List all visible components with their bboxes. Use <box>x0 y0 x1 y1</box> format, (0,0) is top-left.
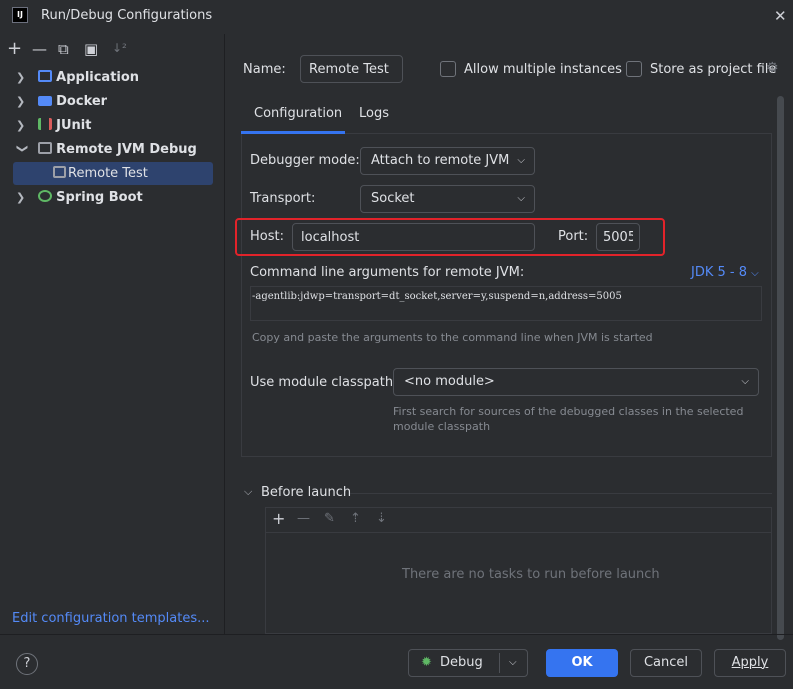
jdk-version-select[interactable]: JDK 5 - 8 ⌵ <box>691 265 759 280</box>
debugger-mode-label: Debugger mode: <box>250 153 360 168</box>
chevron-down-icon: ⌵ <box>751 268 759 279</box>
debug-bug-icon: ✹ <box>421 655 432 670</box>
chevron-right-icon: ❯ <box>16 95 26 108</box>
cmd-args-textarea[interactable]: -agentlib:jdwp=transport=dt_socket,serve… <box>250 286 762 321</box>
tree-item-remote-test[interactable]: Remote Test <box>53 163 148 185</box>
name-label: Name: <box>243 62 286 77</box>
debugger-mode-select[interactable]: Attach to remote JVM ⌵ <box>360 147 535 175</box>
application-icon <box>38 70 53 82</box>
chevron-right-icon: ❯ <box>16 119 26 132</box>
chevron-down-icon[interactable]: ⌵ <box>509 650 517 676</box>
copy-configuration-icon[interactable]: ⧉ <box>58 40 69 58</box>
cancel-button[interactable]: Cancel <box>630 649 702 677</box>
cmd-args-label: Command line arguments for remote JVM: <box>250 265 525 280</box>
port-input[interactable] <box>596 223 640 251</box>
collapse-chevron-icon[interactable]: ⌵ <box>244 485 252 499</box>
remote-debug-icon <box>38 142 53 154</box>
store-as-project-checkbox[interactable] <box>626 61 642 77</box>
new-folder-icon[interactable]: ▣ <box>84 40 98 58</box>
tree-item-docker[interactable]: ❯ Docker <box>16 91 107 113</box>
edit-task-icon[interactable]: ✎ <box>324 511 335 526</box>
module-hint-line-1: First search for sources of the debugged… <box>393 405 744 418</box>
host-label: Host: <box>250 229 284 244</box>
no-tasks-text: There are no tasks to run before launch <box>402 567 660 582</box>
name-input[interactable] <box>300 55 403 83</box>
store-as-project-label: Store as project file <box>650 62 777 77</box>
split-divider <box>499 653 500 673</box>
add-task-icon[interactable]: + <box>272 509 285 528</box>
remote-config-icon <box>53 166 66 178</box>
tree-item-application[interactable]: ❯ Application <box>16 67 139 89</box>
sort-icon[interactable]: ↓² <box>112 41 127 55</box>
host-input[interactable] <box>292 223 535 251</box>
docker-icon <box>38 96 53 106</box>
spring-boot-icon <box>38 190 53 202</box>
port-label: Port: <box>558 229 589 244</box>
tree-item-remote-jvm-debug[interactable]: ❯ Remote JVM Debug <box>16 139 197 161</box>
remove-configuration-icon[interactable]: — <box>32 40 47 58</box>
chevron-right-icon: ❯ <box>16 191 26 204</box>
ok-button[interactable]: OK <box>546 649 618 677</box>
move-down-icon[interactable]: ⇣ <box>376 511 387 526</box>
chevron-down-icon: ⌵ <box>517 193 525 204</box>
before-launch-divider <box>350 493 772 494</box>
chevron-down-icon: ❯ <box>16 144 29 154</box>
intellij-logo-icon: IJ <box>12 7 28 23</box>
cmd-args-hint: Copy and paste the arguments to the comm… <box>252 331 653 344</box>
remove-task-icon[interactable]: — <box>297 511 310 526</box>
add-configuration-icon[interactable]: + <box>7 38 22 59</box>
tab-configuration[interactable]: Configuration <box>254 106 342 121</box>
close-window-icon[interactable]: ✕ <box>774 7 787 25</box>
apply-button[interactable]: Apply <box>714 649 786 677</box>
vertical-scrollbar[interactable] <box>777 96 784 640</box>
debug-button[interactable]: ✹ Debug ⌵ <box>408 649 528 677</box>
transport-select[interactable]: Socket ⌵ <box>360 185 535 213</box>
transport-label: Transport: <box>250 191 316 206</box>
allow-multiple-label: Allow multiple instances <box>464 62 622 77</box>
chevron-down-icon: ⌵ <box>517 155 525 166</box>
edit-templates-link[interactable]: Edit configuration templates... <box>12 611 210 626</box>
move-up-icon[interactable]: ⇡ <box>350 511 361 526</box>
window-title: Run/Debug Configurations <box>41 8 213 23</box>
tab-logs[interactable]: Logs <box>359 106 389 121</box>
module-hint-line-2: module classpath <box>393 420 491 433</box>
before-launch-label: Before launch <box>261 485 352 500</box>
help-button[interactable]: ? <box>16 653 38 675</box>
allow-multiple-checkbox[interactable] <box>440 61 456 77</box>
chevron-right-icon: ❯ <box>16 71 26 84</box>
module-classpath-select[interactable]: <no module> ⌵ <box>393 368 759 396</box>
chevron-down-icon: ⌵ <box>741 376 749 387</box>
tree-item-spring-boot[interactable]: ❯ Spring Boot <box>16 187 143 209</box>
module-classpath-label: Use module classpath: <box>250 375 398 390</box>
tree-item-junit[interactable]: ❯ JUnit <box>16 115 91 137</box>
junit-icon <box>38 118 53 130</box>
gear-icon[interactable]: ⚙ <box>766 60 779 76</box>
tasks-toolbar <box>265 507 772 533</box>
